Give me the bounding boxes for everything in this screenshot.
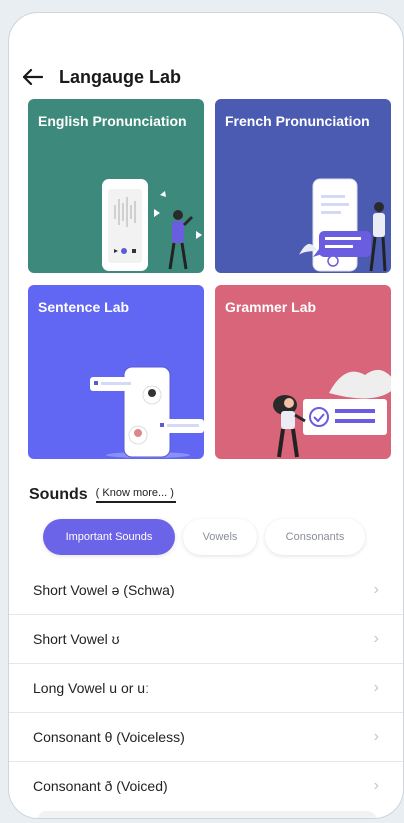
list-item-label: Consonant θ (Voiceless) <box>33 729 185 745</box>
card-french-label: French Pronunciation <box>225 113 370 129</box>
card-english-pronunciation[interactable]: English Pronunciation <box>28 99 204 273</box>
card-french-pronunciation[interactable]: French Pronunciation <box>215 99 391 273</box>
chevron-right-icon: › <box>373 777 379 794</box>
chevron-right-icon: › <box>373 630 379 647</box>
sound-tabs: Important Sounds Vowels Consonants <box>43 519 373 555</box>
sounds-title: Sounds <box>29 486 88 503</box>
list-item[interactable]: Short Vowel ʊ › <box>9 614 403 663</box>
header: Langauge Lab <box>23 65 181 89</box>
card-grammer-label: Grammer Lab <box>225 299 317 315</box>
list-item-label: Short Vowel ə (Schwa) <box>33 582 175 598</box>
card-english-label: English Pronunciation <box>38 113 187 129</box>
list-item[interactable]: Consonant ð (Voiced) › <box>9 761 403 810</box>
card-sentence-lab[interactable]: Sentence Lab <box>28 285 204 459</box>
list-item[interactable]: Long Vowel u or uː › <box>9 663 403 712</box>
chevron-right-icon: › <box>373 581 379 598</box>
list-item[interactable]: Short Vowel ə (Schwa) › <box>9 566 403 614</box>
card-grammer-lab[interactable]: Grammer Lab <box>215 285 391 459</box>
back-arrow-icon[interactable] <box>23 67 47 87</box>
list-item-label: Short Vowel ʊ <box>33 631 120 647</box>
card-sentence-label: Sentence Lab <box>38 299 130 315</box>
page-title: Langauge Lab <box>59 66 182 87</box>
list-item[interactable]: Consonant θ (Voiceless) › <box>9 712 403 761</box>
sound-list: Short Vowel ə (Schwa) › Short Vowel ʊ › … <box>9 566 403 810</box>
sounds-header: Sounds ( Know more... ) <box>29 486 176 504</box>
phone-frame: Langauge Lab English Pronunciation Frenc… <box>8 12 404 819</box>
chevron-right-icon: › <box>373 728 379 745</box>
tab-important-sounds[interactable]: Important Sounds <box>43 519 175 555</box>
know-more-link[interactable]: ( Know more... ) <box>95 487 176 503</box>
chevron-right-icon: › <box>373 679 379 696</box>
list-item-label: Long Vowel u or uː <box>33 680 149 696</box>
bottom-sheet-handle <box>37 811 377 818</box>
list-item-label: Consonant ð (Voiced) <box>33 778 168 794</box>
tab-vowels[interactable]: Vowels <box>183 519 257 555</box>
tab-consonants[interactable]: Consonants <box>265 519 365 555</box>
